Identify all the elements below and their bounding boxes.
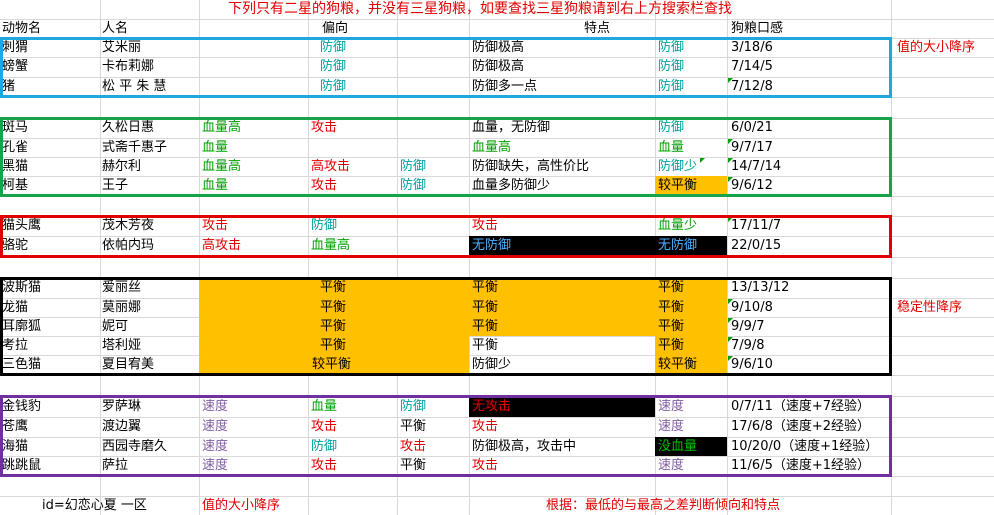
footer-id: id=幻恋心夏 一区: [42, 498, 147, 513]
header-feature: 特点: [584, 21, 611, 36]
group-outline-attack: [0, 215, 892, 258]
group-outline-defense: [0, 37, 892, 98]
header-tendency: 偏向: [322, 21, 349, 36]
header-taste: 狗粮口感: [731, 21, 784, 36]
side-note-stability-desc: 稳定性降序: [897, 300, 963, 315]
side-note-value-desc: 值的大小降序: [897, 40, 976, 55]
group-outline-speed: [0, 395, 892, 477]
gridline: [0, 496, 994, 497]
title-note: 下列只有二星的狗粮，并没有三星狗粮，如要查找三星狗粮请到右上方搜索栏查找: [228, 1, 732, 17]
footer-value-desc: 值的大小降序: [202, 498, 281, 513]
group-outline-balanced: [0, 277, 892, 376]
header-animal: 动物名: [2, 21, 42, 36]
group-outline-hp: [0, 117, 892, 197]
spreadsheet: 下列只有二星的狗粮，并没有三星狗粮，如要查找三星狗粮请到右上方搜索栏查找 动物名…: [0, 0, 994, 515]
footer-basis: 根据：最低的与最高之差判断倾向和特点: [546, 498, 781, 513]
gridline: [0, 19, 994, 20]
header-name: 人名: [102, 21, 129, 36]
